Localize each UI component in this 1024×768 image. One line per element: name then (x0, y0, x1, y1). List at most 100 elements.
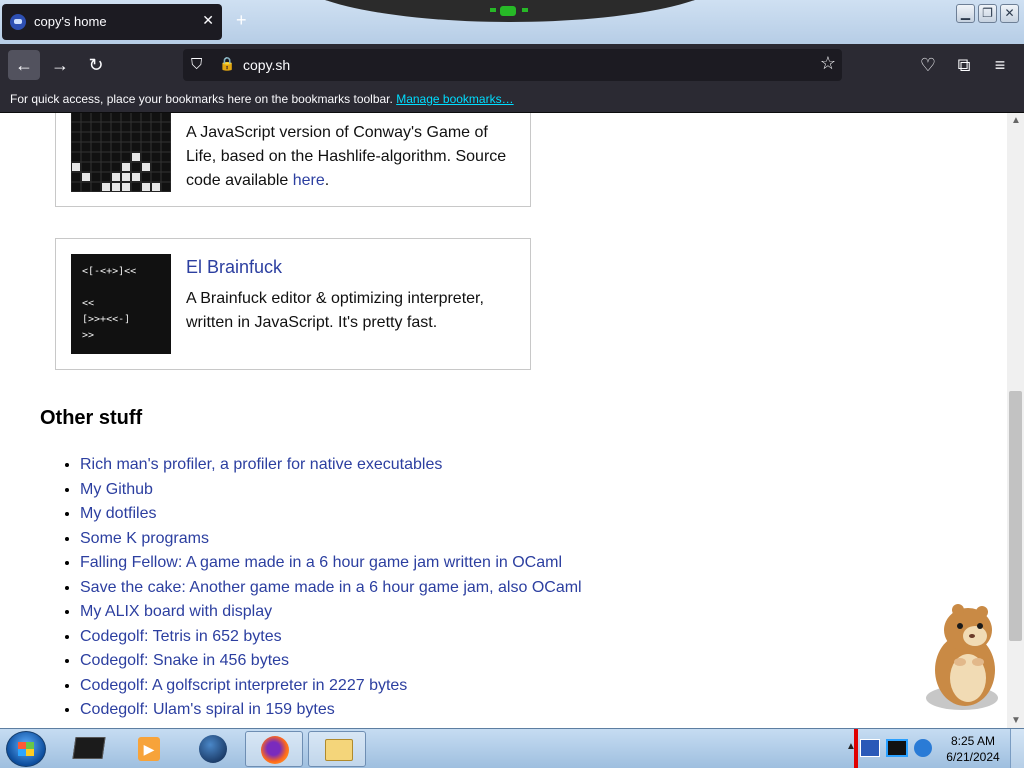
show-hidden-icons-icon[interactable]: ▲ (846, 741, 856, 752)
tracking-protection-shield-icon[interactable]: ⛉ (191, 56, 202, 73)
site-lock-icon[interactable]: 🔒 (219, 56, 235, 72)
other-stuff-link[interactable]: My ALIX board with display (80, 603, 272, 620)
new-tab-button[interactable]: + (236, 10, 247, 31)
tab-strip: copy's home ✕ + ▁ ❐ ✕ (0, 0, 1024, 44)
project-description: A Brainfuck editor & optimizing interpre… (186, 290, 484, 331)
list-item: Falling Fellow: A game made in a 6 hour … (80, 551, 582, 576)
list-item: Save the cake: Another game made in a 6 … (80, 576, 582, 601)
terminal-icon (72, 737, 106, 759)
system-tray: ▲ (840, 729, 955, 768)
url-text[interactable]: copy.sh (243, 57, 290, 73)
scroll-up-arrow-icon[interactable]: ▲ (1011, 115, 1021, 126)
system-clock[interactable]: 8:25 AM 6/21/2024 (940, 733, 1006, 765)
theme-decoration (290, 0, 730, 22)
other-stuff-link[interactable]: Codegolf: Tetris in 652 bytes (80, 628, 282, 645)
minimize-button[interactable]: ▁ (956, 4, 975, 23)
list-item: Codegolf: Tetris in 652 bytes (80, 625, 582, 650)
display-icon[interactable] (886, 739, 908, 757)
network-icon[interactable] (860, 739, 880, 757)
other-stuff-heading: Other stuff (40, 407, 143, 429)
list-item: Codegolf: A golfscript interpreter in 22… (80, 674, 582, 699)
tab-title: copy's home (34, 14, 107, 29)
brainfuck-thumbnail[interactable]: <[-<+>]<< << [>>+<<-] >> (71, 254, 171, 354)
list-item: My dotfiles (80, 502, 582, 527)
life-cell (132, 153, 140, 161)
game-of-life-thumbnail[interactable] (71, 113, 171, 192)
life-cell (112, 183, 120, 191)
life-cell (122, 183, 130, 191)
other-stuff-link[interactable]: Codegolf: Ulam's spiral in 159 bytes (80, 701, 335, 718)
bookmark-star-icon[interactable]: ☆ (820, 53, 836, 74)
manage-bookmarks-link[interactable]: Manage bookmarks… (396, 92, 513, 106)
back-button[interactable]: ← (8, 50, 40, 80)
hamster-mascot-image[interactable] (920, 600, 1010, 715)
windows-logo-icon (18, 742, 34, 756)
other-stuff-link[interactable]: My dotfiles (80, 505, 156, 522)
media-player-icon: ▶ (138, 737, 160, 761)
project-title-link[interactable]: El Brainfuck (186, 257, 282, 278)
firefox-icon (261, 736, 289, 764)
taskbar-app-terminal[interactable] (60, 731, 118, 767)
clock-date: 6/21/2024 (946, 750, 1000, 764)
pocket-button[interactable]: ♡ (912, 50, 944, 80)
restore-button[interactable]: ❐ (978, 4, 997, 23)
life-cell (122, 163, 130, 171)
taskbar-app-media-player[interactable]: ▶ (120, 731, 178, 767)
life-cell (152, 183, 160, 191)
tab-copys-home[interactable]: copy's home ✕ (2, 4, 222, 40)
bookmarks-toolbar: For quick access, place your bookmarks h… (0, 86, 1024, 113)
navigation-toolbar: ← → ↻ ⛉ 🔒 copy.sh ☆ ♡ ⧉ ≡ (0, 44, 1024, 86)
list-item: My ALIX board with display (80, 600, 582, 625)
source-code-link[interactable]: here (293, 172, 325, 189)
project-description: A JavaScript version of Conway's Game of… (186, 124, 507, 189)
windows-taskbar: ▶ ▲ 8:25 AM 6/21/2024 (0, 728, 1024, 768)
other-stuff-link[interactable]: Rich man's profiler, a profiler for nati… (80, 456, 442, 473)
project-card-game-of-life: A JavaScript version of Conway's Game of… (55, 113, 531, 207)
other-stuff-link[interactable]: Codegolf: A golfscript interpreter in 22… (80, 677, 407, 694)
start-button[interactable] (6, 731, 46, 767)
life-cell (142, 163, 150, 171)
other-stuff-list: Rich man's profiler, a profiler for nati… (80, 453, 582, 723)
other-stuff-link[interactable]: My Github (80, 481, 153, 498)
close-tab-icon[interactable]: ✕ (202, 12, 214, 29)
reload-button[interactable]: ↻ (80, 50, 112, 80)
address-bar[interactable]: ⛉ 🔒 copy.sh ☆ (183, 49, 842, 81)
list-item: Codegolf: Ulam's spiral in 159 bytes (80, 698, 582, 723)
page-content: A JavaScript version of Conway's Game of… (0, 113, 1007, 728)
other-stuff-link[interactable]: Codegolf: Snake in 456 bytes (80, 652, 289, 669)
app-menu-button[interactable]: ≡ (984, 50, 1016, 80)
list-item: My Github (80, 478, 582, 503)
volume-icon[interactable] (914, 739, 932, 757)
other-stuff-link[interactable]: Save the cake: Another game made in a 6 … (80, 579, 582, 596)
extensions-button[interactable]: ⧉ (948, 50, 980, 80)
life-cell (122, 173, 130, 181)
scroll-down-arrow-icon[interactable]: ▼ (1011, 715, 1021, 726)
life-cell (82, 173, 90, 181)
life-cell (142, 183, 150, 191)
life-cell (132, 173, 140, 181)
globe-icon (199, 735, 227, 763)
taskbar-app-explorer[interactable] (308, 731, 366, 767)
bookmarks-hint: For quick access, place your bookmarks h… (10, 92, 393, 106)
project-card-brainfuck: <[-<+>]<< << [>>+<<-] >> El Brainfuck A … (55, 238, 531, 370)
space-invader-favicon-icon (10, 14, 26, 30)
close-window-button[interactable]: ✕ (1000, 4, 1019, 23)
folder-icon (325, 739, 353, 761)
other-stuff-link[interactable]: Some K programs (80, 530, 209, 547)
life-cell (112, 173, 120, 181)
brainfuck-code-image: <[-<+>]<< << [>>+<<-] >> (82, 266, 137, 341)
list-item: Rich man's profiler, a profiler for nati… (80, 453, 582, 478)
life-cell (72, 163, 80, 171)
forward-button[interactable]: → (44, 50, 76, 80)
list-item: Some K programs (80, 527, 582, 552)
show-desktop-button[interactable] (1010, 729, 1024, 768)
life-cell (102, 183, 110, 191)
taskbar-app-firefox[interactable] (245, 731, 303, 767)
other-stuff-link[interactable]: Falling Fellow: A game made in a 6 hour … (80, 554, 562, 571)
scrollbar-thumb[interactable] (1009, 391, 1022, 641)
taskbar-app-globe[interactable] (184, 731, 242, 767)
clock-time: 8:25 AM (950, 734, 996, 748)
life-grid-image (71, 113, 171, 192)
green-indicator-icon (500, 6, 516, 16)
list-item: Codegolf: Snake in 456 bytes (80, 649, 582, 674)
